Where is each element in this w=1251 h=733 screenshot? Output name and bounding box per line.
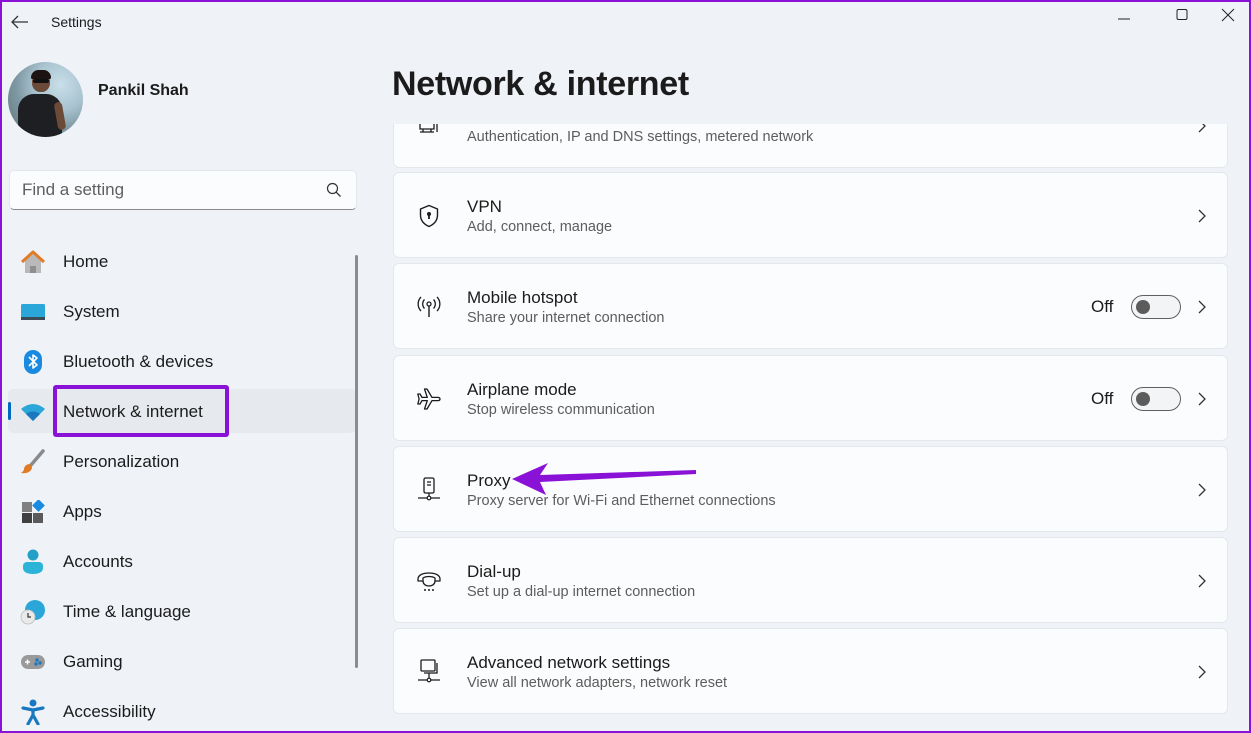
card-advanced-network[interactable]: Advanced network settings View all netwo… bbox=[393, 628, 1228, 714]
chevron-right-icon bbox=[1195, 298, 1209, 316]
chevron-right-icon bbox=[1195, 572, 1209, 590]
card-title: Dial-up bbox=[467, 562, 521, 581]
brush-icon bbox=[20, 449, 46, 475]
active-indicator bbox=[8, 402, 11, 420]
search-input[interactable] bbox=[22, 179, 312, 201]
chevron-right-icon bbox=[1195, 481, 1209, 499]
card-ethernet[interactable]: Ethernet Authentication, IP and DNS sett… bbox=[393, 124, 1228, 168]
sidebar-item-bluetooth[interactable]: Bluetooth & devices bbox=[8, 339, 356, 383]
sidebar-item-apps[interactable]: Apps bbox=[8, 489, 356, 533]
title-bar: Settings bbox=[0, 0, 1251, 44]
back-button[interactable] bbox=[6, 8, 34, 36]
chevron-right-icon bbox=[1195, 124, 1209, 135]
airplane-icon bbox=[416, 386, 442, 412]
proxy-icon bbox=[416, 477, 442, 503]
gamepad-icon bbox=[20, 649, 46, 675]
chevron-right-icon bbox=[1195, 663, 1209, 681]
card-dial-up[interactable]: Dial-up Set up a dial-up internet connec… bbox=[393, 537, 1228, 623]
system-icon bbox=[20, 299, 46, 325]
sidebar-item-network[interactable]: Network & internet bbox=[8, 389, 356, 433]
toggle-state-label: Off bbox=[1091, 297, 1114, 316]
wifi-icon bbox=[20, 399, 46, 425]
card-subtitle: Stop wireless communication bbox=[467, 402, 655, 418]
card-title: Proxy bbox=[467, 471, 511, 490]
sidebar-item-gaming[interactable]: Gaming bbox=[8, 639, 356, 683]
maximize-button[interactable] bbox=[1159, 0, 1205, 30]
toggle-state-label: Off bbox=[1091, 389, 1114, 408]
sidebar-item-time-language[interactable]: Time & language bbox=[8, 589, 356, 633]
accessibility-icon bbox=[20, 699, 46, 725]
search-box[interactable] bbox=[9, 170, 357, 210]
dialup-icon bbox=[416, 568, 442, 594]
user-name: Pankil Shah bbox=[98, 82, 189, 99]
card-title: VPN bbox=[467, 197, 502, 216]
card-airplane-mode[interactable]: Airplane mode Stop wireless communicatio… bbox=[393, 355, 1228, 441]
minimize-button[interactable] bbox=[1101, 0, 1147, 30]
toggle-knob bbox=[1136, 392, 1150, 406]
card-proxy[interactable]: Proxy Proxy server for Wi-Fi and Etherne… bbox=[393, 446, 1228, 532]
mobile-hotspot-toggle[interactable] bbox=[1131, 295, 1181, 319]
ethernet-icon bbox=[416, 124, 442, 139]
settings-list: Ethernet Authentication, IP and DNS sett… bbox=[393, 124, 1228, 733]
accounts-icon bbox=[20, 549, 46, 575]
card-subtitle: Proxy server for Wi-Fi and Ethernet conn… bbox=[467, 493, 776, 509]
minimize-icon bbox=[1118, 18, 1130, 20]
app-title: Settings bbox=[51, 14, 102, 30]
chevron-right-icon bbox=[1195, 390, 1209, 408]
card-subtitle: Add, connect, manage bbox=[467, 219, 613, 235]
bluetooth-icon bbox=[20, 349, 46, 375]
apps-icon bbox=[20, 499, 46, 525]
sidebar-item-home[interactable]: Home bbox=[8, 239, 356, 283]
toggle-knob bbox=[1136, 300, 1150, 314]
card-subtitle: Set up a dial-up internet connection bbox=[467, 584, 696, 600]
chevron-right-icon bbox=[1195, 207, 1209, 225]
home-icon bbox=[20, 249, 46, 275]
avatar[interactable] bbox=[8, 62, 83, 137]
airplane-mode-toggle[interactable] bbox=[1131, 387, 1181, 411]
hotspot-icon bbox=[416, 294, 442, 320]
sidebar-item-personalization[interactable]: Personalization bbox=[8, 439, 356, 483]
time-language-icon bbox=[20, 599, 46, 625]
card-title: Ethernet bbox=[467, 124, 531, 127]
sidebar-item-system[interactable]: System bbox=[8, 289, 356, 333]
vpn-shield-icon bbox=[416, 203, 442, 229]
maximize-icon bbox=[1176, 9, 1188, 20]
card-vpn[interactable]: VPN Add, connect, manage bbox=[393, 172, 1228, 258]
card-subtitle: Authentication, IP and DNS settings, met… bbox=[467, 129, 814, 145]
card-title: Advanced network settings bbox=[467, 653, 671, 672]
advanced-network-icon bbox=[416, 659, 442, 685]
sidebar-item-accounts[interactable]: Accounts bbox=[8, 539, 356, 583]
card-title: Mobile hotspot bbox=[467, 288, 578, 307]
card-title: Airplane mode bbox=[467, 380, 577, 399]
sidebar-scrollbar[interactable] bbox=[355, 255, 358, 668]
close-icon bbox=[1221, 8, 1235, 22]
sidebar-item-accessibility[interactable]: Accessibility bbox=[8, 689, 356, 733]
card-subtitle: View all network adapters, network reset bbox=[467, 675, 728, 691]
page-title: Network & internet bbox=[392, 65, 689, 103]
card-subtitle: Share your internet connection bbox=[467, 310, 665, 326]
card-mobile-hotspot[interactable]: Mobile hotspot Share your internet conne… bbox=[393, 263, 1228, 349]
close-button[interactable] bbox=[1205, 0, 1251, 30]
search-icon[interactable] bbox=[326, 182, 342, 198]
arrow-left-icon bbox=[11, 15, 28, 29]
